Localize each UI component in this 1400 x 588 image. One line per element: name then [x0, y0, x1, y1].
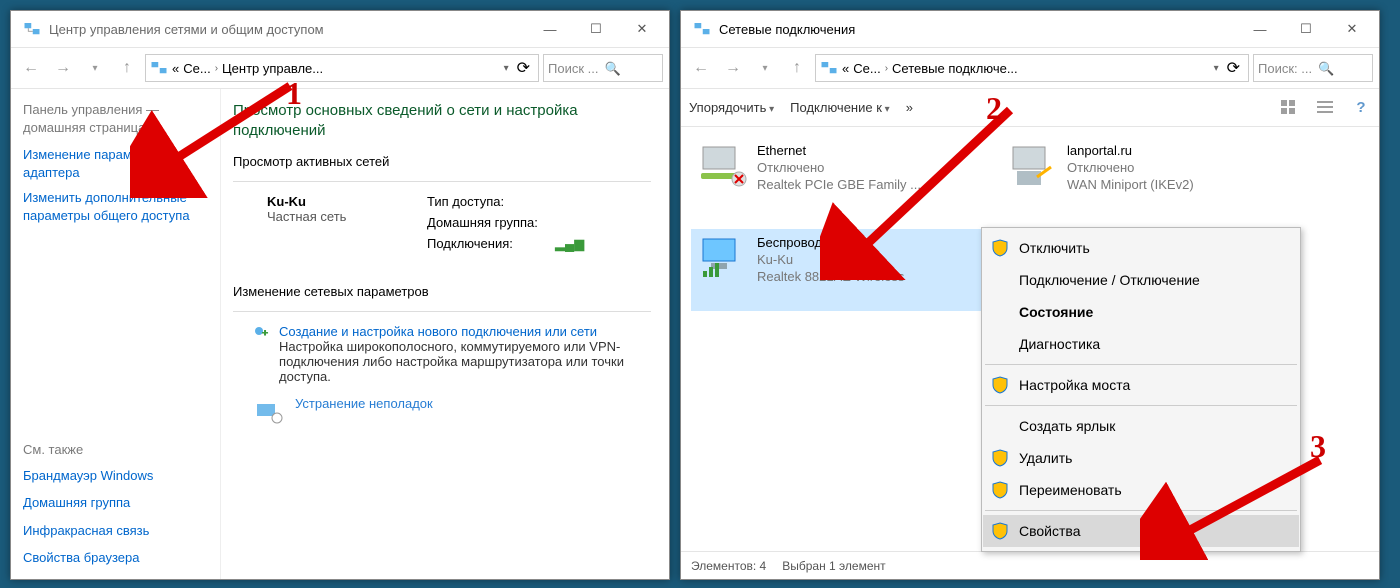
vpn-icon [1007, 143, 1059, 189]
main-pane: Просмотр основных сведений о сети и наст… [221, 89, 669, 579]
active-networks-label: Просмотр активных сетей [233, 154, 651, 169]
see-also-label: См. также [23, 442, 208, 457]
window-title: Сетевые подключения [719, 22, 1237, 37]
menu-bridge[interactable]: Настройка моста [983, 369, 1299, 401]
ethernet-icon [697, 143, 749, 189]
connections-label: Подключения: [427, 236, 547, 252]
window-title: Центр управления сетями и общим доступом [49, 22, 527, 37]
sidebar-home-link[interactable]: Панель управления — домашняя страница [23, 101, 208, 136]
back-button[interactable]: ← [17, 54, 45, 82]
sidebar-link-adapter-settings[interactable]: Изменение параметров адаптера [23, 146, 208, 181]
menu-diagnose[interactable]: Диагностика [983, 328, 1299, 360]
connection-ethernet[interactable]: Ethernet Отключено Realtek PCIe GBE Fami… [691, 137, 991, 219]
help-button[interactable]: ? [1351, 98, 1371, 118]
history-dropdown[interactable]: ▾ [751, 54, 779, 82]
shield-icon [991, 376, 1009, 394]
status-element-count: Элементов: 4 [691, 559, 766, 573]
setup-connection-desc: Настройка широкополосного, коммутируемог… [279, 339, 651, 384]
sidebar-link-firewall[interactable]: Брандмауэр Windows [23, 467, 208, 485]
menu-status[interactable]: Состояние [983, 296, 1299, 328]
refresh-icon[interactable]: ⟳ [1223, 58, 1244, 78]
sidebar-link-infrared[interactable]: Инфракрасная связь [23, 522, 208, 540]
breadcrumb[interactable]: « Се... › Сетевые подключе... ▾ ⟳ [815, 54, 1249, 82]
shield-icon [991, 449, 1009, 467]
address-bar: ← → ▾ ↑ « Се... › Центр управле... ▾ ⟳ П… [11, 47, 669, 89]
menu-delete[interactable]: Удалить [983, 442, 1299, 474]
app-icon [23, 20, 41, 38]
sidebar-link-sharing-settings[interactable]: Изменить дополнительные параметры общего… [23, 189, 208, 224]
shield-icon [991, 239, 1009, 257]
toolbar: Упорядочить Подключение к » ? [681, 89, 1379, 127]
troubleshoot-icon [253, 396, 285, 428]
sidebar: Панель управления — домашняя страница Из… [11, 89, 221, 579]
close-button[interactable]: ✕ [1329, 14, 1375, 44]
window-network-connections: Сетевые подключения — ☐ ✕ ← → ▾ ↑ « Се..… [680, 10, 1380, 580]
connection-wireless[interactable]: Беспроводная сеть Ku-Ku Realtek 8821AE W… [691, 229, 991, 311]
status-bar: Элементов: 4 Выбран 1 элемент [681, 551, 1379, 579]
setup-connection-link[interactable]: Создание и настройка нового подключения … [279, 324, 651, 339]
menu-create-shortcut[interactable]: Создать ярлык [983, 410, 1299, 442]
menu-properties[interactable]: Свойства [983, 515, 1299, 547]
titlebar[interactable]: Центр управления сетями и общим доступом… [11, 11, 669, 47]
menu-separator [985, 364, 1297, 365]
shield-icon [991, 522, 1009, 540]
up-button[interactable]: ↑ [783, 54, 811, 82]
minimize-button[interactable]: — [1237, 14, 1283, 44]
setup-connection-icon [253, 324, 269, 356]
view-details-button[interactable] [1315, 98, 1335, 118]
maximize-button[interactable]: ☐ [573, 14, 619, 44]
connect-to-dropdown[interactable]: Подключение к [790, 100, 890, 115]
status-selected-count: Выбран 1 элемент [782, 559, 885, 573]
menu-rename[interactable]: Переименовать [983, 474, 1299, 506]
organize-dropdown[interactable]: Упорядочить [689, 100, 774, 115]
homegroup-label: Домашняя группа: [427, 215, 547, 230]
network-type: Частная сеть [267, 209, 407, 224]
titlebar[interactable]: Сетевые подключения — ☐ ✕ [681, 11, 1379, 47]
network-name: Ku-Ku [267, 194, 407, 209]
forward-button[interactable]: → [719, 54, 747, 82]
minimize-button[interactable]: — [527, 14, 573, 44]
troubleshoot-link[interactable]: Устранение неполадок [295, 396, 433, 411]
close-button[interactable]: ✕ [619, 14, 665, 44]
change-settings-label: Изменение сетевых параметров [233, 284, 651, 299]
more-toolbar[interactable]: » [906, 100, 913, 115]
up-button[interactable]: ↑ [113, 54, 141, 82]
maximize-button[interactable]: ☐ [1283, 14, 1329, 44]
search-input[interactable]: Поиск: ... 🔍 [1253, 54, 1373, 82]
sidebar-link-internet-options[interactable]: Свойства браузера [23, 549, 208, 567]
history-dropdown[interactable]: ▾ [81, 54, 109, 82]
sidebar-link-homegroup[interactable]: Домашняя группа [23, 494, 208, 512]
page-heading: Просмотр основных сведений о сети и наст… [233, 101, 651, 142]
search-icon: 🔍 [1318, 61, 1332, 75]
shield-icon [991, 481, 1009, 499]
search-input[interactable]: Поиск ... 🔍 [543, 54, 663, 82]
menu-connect-disconnect[interactable]: Подключение / Отключение [983, 264, 1299, 296]
connection-lanportal[interactable]: lanportal.ru Отключено WAN Miniport (IKE… [1001, 137, 1301, 219]
access-type-label: Тип доступа: [427, 194, 547, 209]
breadcrumb[interactable]: « Се... › Центр управле... ▾ ⟳ [145, 54, 539, 82]
connection-list: Ethernet Отключено Realtek PCIe GBE Fami… [681, 127, 1379, 551]
wireless-icon [697, 235, 749, 281]
view-icons-button[interactable] [1279, 98, 1299, 118]
menu-separator [985, 405, 1297, 406]
address-bar: ← → ▾ ↑ « Се... › Сетевые подключе... ▾ … [681, 47, 1379, 89]
menu-disable[interactable]: Отключить [983, 232, 1299, 264]
search-icon: 🔍 [604, 61, 618, 75]
window-network-center: Центр управления сетями и общим доступом… [10, 10, 670, 580]
menu-separator [985, 510, 1297, 511]
forward-button[interactable]: → [49, 54, 77, 82]
back-button[interactable]: ← [687, 54, 715, 82]
refresh-icon[interactable]: ⟳ [513, 58, 534, 78]
app-icon [693, 20, 711, 38]
context-menu: Отключить Подключение / Отключение Состо… [981, 227, 1301, 552]
signal-icon: ▂▄▆ [555, 236, 584, 252]
